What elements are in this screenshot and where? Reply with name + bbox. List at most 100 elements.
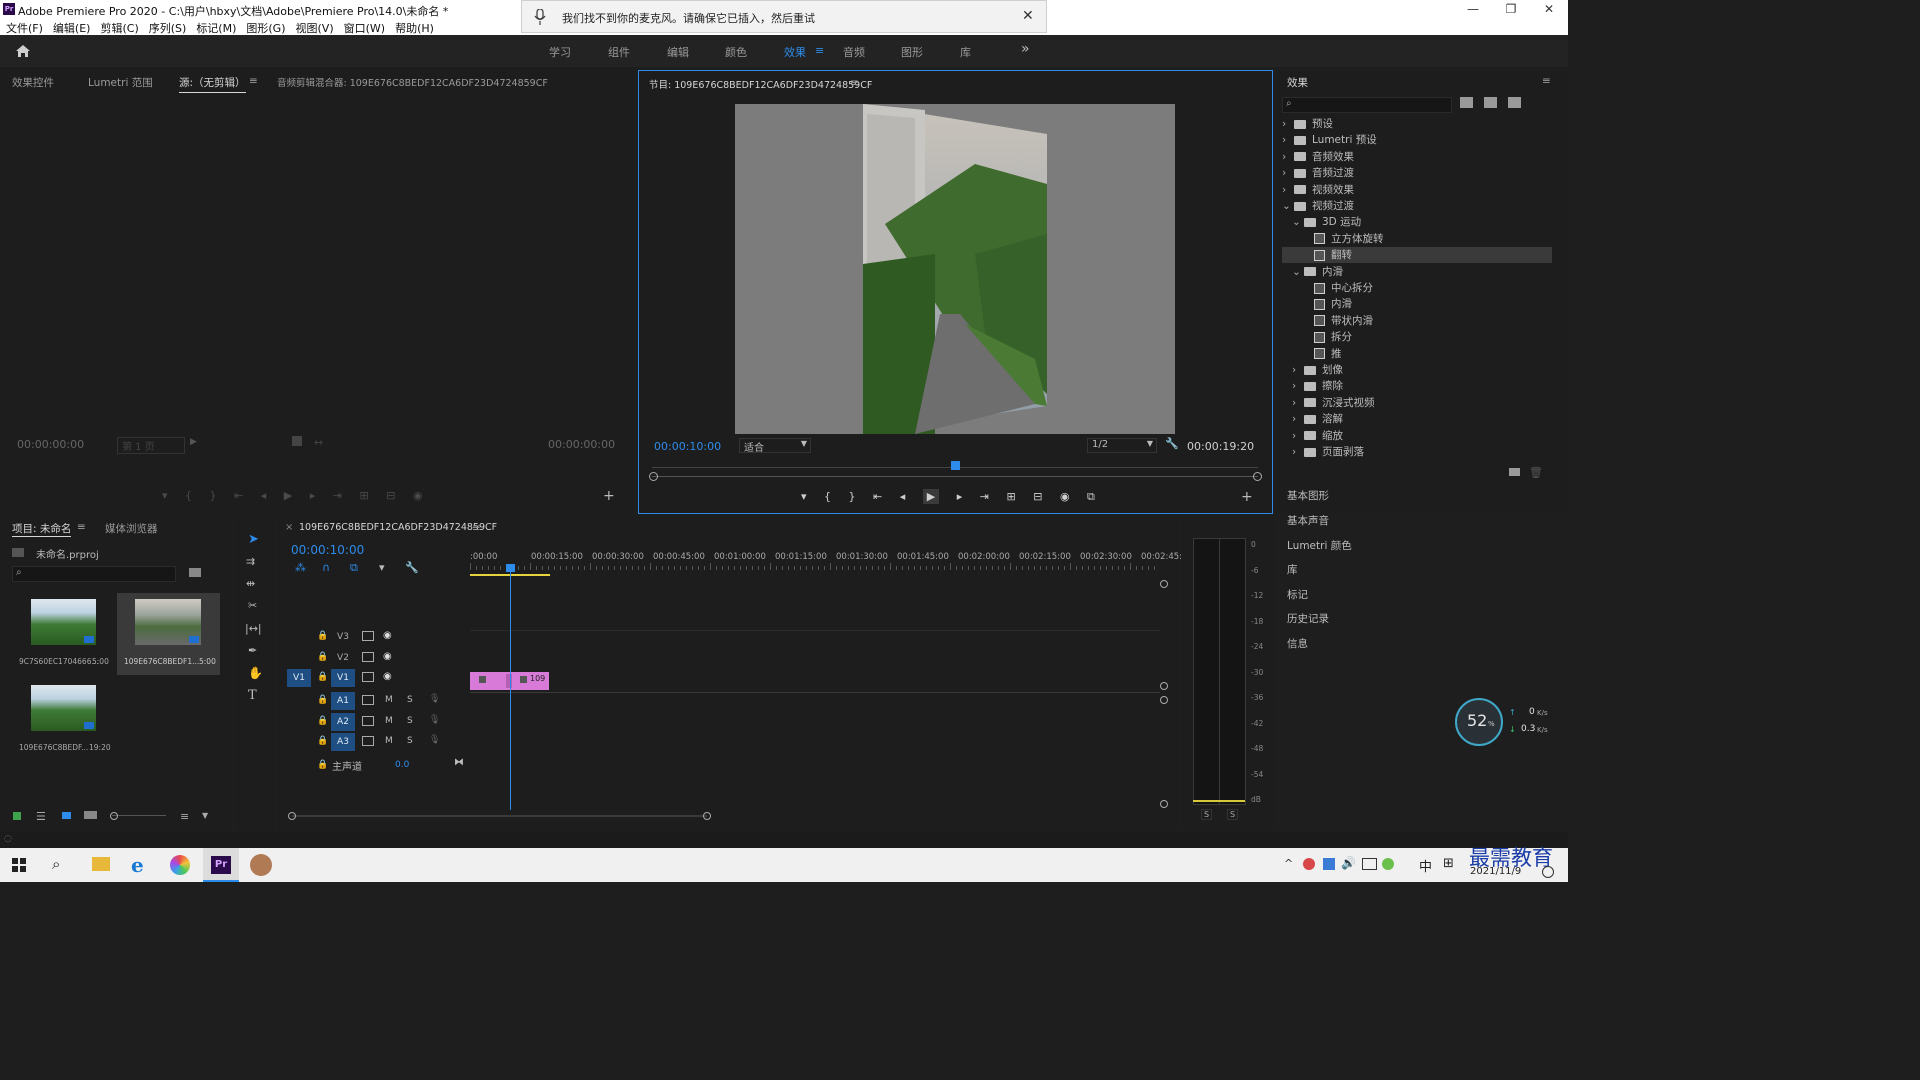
photo-app-icon[interactable] [170,855,190,875]
track-target[interactable]: V3 [331,628,355,646]
eye-icon[interactable]: ◉ [383,651,392,662]
source-patch-v1[interactable]: V1 [287,669,311,687]
workspace-tab-assembly[interactable]: 组件 [608,44,630,60]
hand-tool-icon[interactable]: ✋ [248,666,263,680]
effects-search-input[interactable]: ⌕ [1282,97,1452,113]
source-out-icon[interactable]: } [210,489,217,502]
vertical-scroll-handle[interactable] [1160,580,1168,588]
menu-graphics[interactable]: 图形(G) [246,20,285,36]
effect-item[interactable]: 中心拆分 [1282,280,1552,296]
tab-project[interactable]: 项目: 未命名 [12,521,72,537]
chevron-down-icon[interactable]: ⌄ [1292,216,1304,228]
workspace-tab-libraries[interactable]: 库 [960,44,971,60]
slip-tool-icon[interactable]: |↔| [245,622,262,635]
effect-item[interactable]: 推 [1282,346,1552,362]
accelerated-effects-icon[interactable] [1460,97,1473,108]
tab-lumetri-scopes[interactable]: Lumetri 范围 [88,75,153,90]
program-resolution-select[interactable]: 1/2 ▼ [1087,438,1157,453]
program-lift-icon[interactable]: ⊞ [1007,490,1016,503]
source-step-back-icon[interactable]: ◂ [261,489,267,502]
ime-indicator[interactable]: 中 [1419,856,1432,875]
chevron-right-icon[interactable]: › [1282,118,1294,130]
panel-essential-sound[interactable]: 基本声音 [1287,513,1329,528]
chevron-right-icon[interactable]: › [1282,167,1294,179]
lock-icon[interactable]: 🔒 [317,631,328,641]
program-step-forward-icon[interactable]: ▸ [957,490,963,503]
effects-folder[interactable]: ⌄ 视频过渡 [1282,198,1552,214]
track-target[interactable]: A2 [331,712,355,731]
more-workspaces-icon[interactable]: » [1021,41,1030,57]
track-target[interactable]: A3 [331,733,355,751]
network-icon[interactable] [1362,858,1377,870]
linked-selection-icon[interactable]: ⧉ [350,561,358,575]
sync-lock-icon[interactable] [362,651,374,662]
chevron-down-icon[interactable]: ⌄ [1282,200,1294,212]
workspace-tab-editing[interactable]: 编辑 [667,44,689,60]
scroll-handle-right[interactable] [703,812,711,820]
close-window-button[interactable]: ✕ [1534,2,1564,16]
source-page-select[interactable]: 第 1 页 [117,437,185,454]
program-out-icon[interactable]: } [849,490,856,503]
lock-icon[interactable] [13,812,21,820]
pen-tool-icon[interactable]: ✒ [248,644,257,657]
program-fit-select[interactable]: 适合 ▼ [739,438,811,454]
maximize-button[interactable]: ❐ [1496,2,1526,16]
chevron-down-icon[interactable]: ⌄ [1292,266,1304,278]
source-add-button-icon[interactable]: + [603,488,615,504]
microphone-icon[interactable]: 🎙 [429,715,440,725]
mute-button[interactable]: M [385,736,393,746]
timeline-settings-icon[interactable]: 🔧 [405,561,419,574]
program-zoom-bar[interactable] [652,476,1258,477]
network-speed-gauge[interactable]: 52 % [1455,698,1503,746]
program-step-back-icon[interactable]: ◂ [900,490,906,503]
source-goto-in-icon[interactable]: ⇤ [234,489,243,502]
program-play-icon[interactable]: ▶ [922,489,940,504]
effects-folder[interactable]: › Lumetri 预设 [1282,132,1552,148]
timeline-playhead[interactable] [510,568,511,810]
solo-button[interactable]: S [407,695,413,705]
file-explorer-icon[interactable] [92,857,110,871]
lock-icon[interactable]: 🔒 [317,716,328,726]
transition-marker[interactable] [506,674,512,688]
tab-effect-controls[interactable]: 效果控件 [12,75,54,90]
program-export-frame-icon[interactable]: ◉ [1060,490,1070,503]
wrench-icon[interactable]: 🔧 [1165,437,1179,450]
menu-file[interactable]: 文件(F) [6,20,43,36]
track-target[interactable]: A1 [331,692,355,710]
effects-folder[interactable]: › 预设 [1282,116,1552,132]
show-hidden-icons[interactable]: ^ [1284,857,1293,870]
tray-security-icon[interactable] [1382,858,1394,870]
source-play-icon[interactable]: ▶ [284,489,292,502]
effects-title[interactable]: 效果 [1287,75,1308,90]
close-notification-button[interactable]: ✕ [1022,8,1034,24]
effect-item[interactable]: 带状内滑 [1282,313,1552,329]
chevron-right-icon[interactable]: › [1292,380,1304,392]
menu-view[interactable]: 视图(V) [296,20,334,36]
solo-button[interactable]: S [407,716,413,726]
effect-item[interactable]: 翻转 [1282,247,1552,264]
trash-icon[interactable]: 🗑 [1529,466,1543,479]
panel-essential-graphics[interactable]: 基本图形 [1287,488,1329,503]
program-panel-menu-icon[interactable]: ≡ [850,77,859,89]
effects-folder[interactable]: › 划像 [1282,362,1552,378]
time-ruler[interactable]: :00:00 00:00:15:00 00:00:30:00 00:00:45:00 0… [470,552,1182,576]
notification-center-icon[interactable] [1542,866,1554,878]
go-to-end-icon[interactable]: ⧓ [454,757,464,768]
effects-folder[interactable]: › 缩放 [1282,428,1552,444]
playhead-handle[interactable] [506,564,515,572]
vertical-scroll-handle[interactable] [1160,696,1168,704]
premiere-taskbar-button[interactable]: Pr [203,848,239,882]
sync-lock-icon[interactable] [362,695,374,705]
panel-libraries[interactable]: 库 [1287,562,1298,577]
source-step-forward-icon[interactable]: ▸ [310,489,316,502]
workspace-tab-audio[interactable]: 音频 [843,44,865,60]
workspace-tab-learn[interactable]: 学习 [549,44,571,60]
ripple-edit-tool-icon[interactable]: ⇹ [246,577,255,590]
effects-folder[interactable]: › 溶解 [1282,411,1552,427]
source-settings-icon[interactable] [292,436,302,446]
edge-browser-icon[interactable]: e [131,853,144,877]
menu-sequence[interactable]: 序列(S) [149,20,187,36]
new-bin-icon[interactable] [1509,468,1520,476]
program-timecode[interactable]: 00:00:10:00 [654,440,721,453]
32bit-effects-icon[interactable] [1484,97,1497,108]
